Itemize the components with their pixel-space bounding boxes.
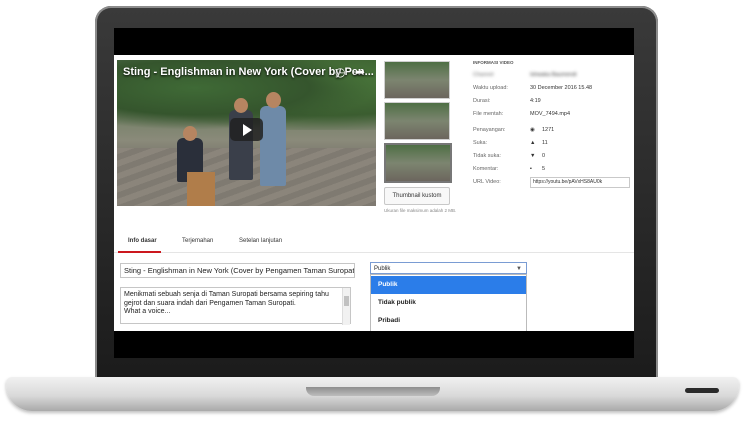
privacy-option-public[interactable]: Publik: [371, 276, 526, 294]
comment-icon: ▪: [530, 166, 532, 172]
info-label: File mentah:: [473, 111, 504, 117]
video-frame-person: [260, 106, 286, 186]
share-icon[interactable]: ➦: [355, 65, 365, 79]
info-label: Durasi:: [473, 98, 491, 104]
info-label: Komentar:: [473, 166, 499, 172]
eye-icon: ◉: [530, 127, 535, 133]
tab-basic-info[interactable]: Info dasar: [128, 238, 157, 244]
tab-translation[interactable]: Terjemahan: [182, 238, 213, 244]
laptop-screen: Sting - Englishman in New York (Cover by…: [114, 28, 634, 358]
active-tab-indicator: [118, 251, 161, 253]
info-label: Penayangan:: [473, 127, 506, 133]
clock-icon[interactable]: ◷: [335, 65, 345, 79]
thumbnail-option-3[interactable]: [384, 143, 452, 183]
cajon-drum: [187, 172, 215, 206]
privacy-option-unlisted[interactable]: Tidak publik: [371, 294, 526, 312]
video-description-input[interactable]: Menikmati sebuah senja di Taman Suropati…: [120, 287, 351, 325]
privacy-select[interactable]: Publik ▼: [370, 262, 527, 274]
info-label: Waktu upload:: [473, 85, 508, 91]
laptop-hinge-notch: [306, 387, 440, 396]
thumbnail-size-note: Ukuran file maksimum adalah 2 MB.: [384, 208, 457, 213]
info-value: MOV_7494.mp4: [530, 111, 571, 117]
video-info-header: INFORMASI VIDEO: [473, 60, 514, 65]
description-text: Menikmati sebuah senja di Taman Suropati…: [124, 291, 329, 315]
scrollbar-thumb[interactable]: [344, 296, 349, 306]
info-label: Tidak suka:: [473, 153, 501, 159]
thumbs-up-icon: ▲: [530, 140, 536, 146]
privacy-dropdown: Publik Tidak publik Pribadi: [370, 274, 527, 331]
video-edit-page: Sting - Englishman in New York (Cover by…: [114, 55, 634, 331]
tab-advanced-settings[interactable]: Setelan lanjutan: [239, 238, 282, 244]
info-value: 1271: [542, 127, 555, 133]
info-label: URL Video:: [473, 179, 501, 185]
description-scrollbar[interactable]: [342, 288, 350, 325]
info-value: 4:19: [530, 98, 541, 104]
privacy-option-private[interactable]: Pribadi: [371, 312, 526, 330]
info-value: 0: [542, 153, 546, 159]
thumbs-down-icon: ▼: [530, 153, 536, 159]
info-value: 11: [542, 140, 548, 146]
edit-tabs: Info dasar Terjemahan Setelan lanjutan: [114, 232, 634, 253]
info-label: Channel: [473, 72, 494, 78]
video-frame-head: [266, 92, 281, 108]
info-value: Ishwaka Baumendi: [530, 72, 577, 78]
thumbnail-option-2[interactable]: [384, 102, 450, 140]
info-value: 5: [542, 166, 546, 172]
laptop-slot: [685, 388, 719, 393]
privacy-selected-value: Publik: [374, 266, 391, 272]
custom-thumbnail-button[interactable]: Thumbnail kustom: [384, 187, 450, 205]
info-value: 30 December 2016 15.48: [530, 85, 593, 91]
video-url-field[interactable]: https://youtu.be/pAVxHS8AU0k: [530, 177, 630, 188]
video-frame-head: [234, 98, 248, 113]
thumbnail-option-1[interactable]: [384, 61, 450, 99]
laptop-base: [6, 377, 739, 411]
info-label: Suka:: [473, 140, 488, 146]
play-icon[interactable]: [230, 118, 263, 141]
video-title-input[interactable]: Sting - Englishman in New York (Cover by…: [120, 263, 355, 278]
video-player[interactable]: Sting - Englishman in New York (Cover by…: [117, 60, 376, 206]
video-frame-head: [183, 126, 197, 141]
